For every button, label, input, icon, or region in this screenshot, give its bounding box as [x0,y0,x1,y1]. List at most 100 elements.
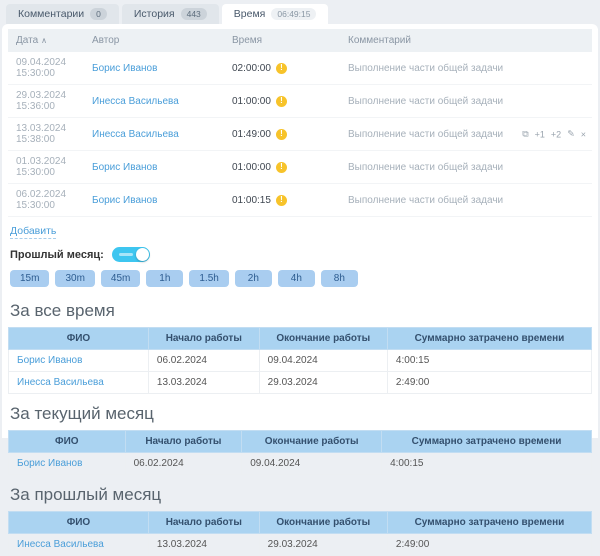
table-row: 13.03.2024 15:38:00 Инесса Васильева 01:… [8,118,592,151]
table-row: 06.02.2024 15:30:00 Борис Иванов 01:00:1… [8,184,592,217]
summary-header-name: ФИО [9,512,149,534]
toggle-knob [136,248,149,261]
section-title-current-month: За текущий месяц [10,404,590,424]
copy-icon[interactable]: ⧉ [522,129,528,140]
entry-comment: Выполнение части общей задачи [340,184,592,217]
entry-time: 01:00:15 [232,195,271,206]
summary-header-end: Окончание работы [259,512,387,534]
summary-total-time: 2:49:00 [387,372,591,394]
summary-total-time: 2:49:00 [387,534,591,556]
column-header-time[interactable]: Время [224,29,340,52]
quick-button-15m[interactable]: 15m [10,270,49,287]
warning-icon: ! [276,63,287,74]
quick-time-buttons: 15m 30m 45m 1h 1.5h 2h 4h 8h [8,268,592,291]
section-title-last-month: За прошлый месяц [10,485,590,505]
entry-date: 06.02.2024 15:30:00 [8,184,84,217]
entry-date: 29.03.2024 15:36:00 [8,85,84,118]
summary-end-date: 29.03.2024 [259,372,387,394]
summary-total-time: 4:00:15 [387,350,591,372]
tab-history[interactable]: История 443 [122,4,219,24]
time-entries-table: Дата∧ Автор Время Комментарий 09.04.2024… [8,29,592,217]
entry-author-link[interactable]: Инесса Васильева [92,96,179,107]
tab-comments-badge: 0 [90,8,107,20]
add-time-entry-link[interactable]: Добавить [10,225,56,239]
last-month-toggle[interactable] [112,247,150,262]
quick-button-2h[interactable]: 2h [235,270,272,287]
summary-person-link[interactable]: Борис Иванов [17,458,82,469]
delete-icon[interactable]: × [581,129,586,139]
plus-two-button[interactable]: +2 [551,129,561,139]
tab-time-label: Время [234,8,266,20]
summary-table-current-month: ФИО Начало работы Окончание работы Сумма… [8,430,592,475]
plus-one-button[interactable]: +1 [535,129,545,139]
quick-button-8h[interactable]: 8h [321,270,358,287]
quick-button-1-5h[interactable]: 1.5h [189,270,228,287]
entry-date: 01.03.2024 15:30:00 [8,151,84,184]
quick-button-45m[interactable]: 45m [101,270,140,287]
table-row: Борис Иванов 06.02.2024 09.04.2024 4:00:… [9,350,592,372]
tab-time[interactable]: Время 06:49:15 [222,4,329,24]
quick-button-1h[interactable]: 1h [146,270,183,287]
summary-table-all-time: ФИО Начало работы Окончание работы Сумма… [8,327,592,394]
summary-end-date: 09.04.2024 [242,453,382,475]
table-row: Инесса Васильева 13.03.2024 29.03.2024 2… [9,534,592,556]
warning-icon: ! [276,96,287,107]
warning-icon: ! [276,162,287,173]
table-row: Борис Иванов 06.02.2024 09.04.2024 4:00:… [9,453,592,475]
summary-start-date: 06.02.2024 [148,350,259,372]
table-row: 29.03.2024 15:36:00 Инесса Васильева 01:… [8,85,592,118]
sort-asc-icon[interactable]: ∧ [41,36,47,45]
tab-bar: Комментарии 0 История 443 Время 06:49:15 [0,0,600,24]
tab-history-label: История [134,8,175,20]
section-title-all-time: За все время [10,301,590,321]
summary-end-date: 09.04.2024 [259,350,387,372]
table-row: 01.03.2024 15:30:00 Борис Иванов 01:00:0… [8,151,592,184]
entry-date: 09.04.2024 15:30:00 [8,52,84,85]
entry-comment: Выполнение части общей задачи [340,52,592,85]
entry-comment: Выполнение части общей задачи [340,151,592,184]
summary-header-name: ФИО [9,328,149,350]
time-table-header-row: Дата∧ Автор Время Комментарий [8,29,592,52]
summary-table-last-month: ФИО Начало работы Окончание работы Сумма… [8,511,592,556]
summary-start-date: 13.03.2024 [148,372,259,394]
toggle-on-stripe [119,253,133,256]
entry-author-link[interactable]: Борис Иванов [92,162,157,173]
tab-comments[interactable]: Комментарии 0 [6,4,119,24]
summary-header-total: Суммарно затрачено времени [387,512,591,534]
column-header-author[interactable]: Автор [84,29,224,52]
summary-person-link[interactable]: Борис Иванов [17,355,82,366]
entry-time: 01:49:00 [232,129,271,140]
column-header-date[interactable]: Дата∧ [8,29,84,52]
summary-person-link[interactable]: Инесса Васильева [17,377,104,388]
tab-history-badge: 443 [181,8,207,20]
edit-icon[interactable]: ✎ [567,129,575,140]
warning-icon: ! [276,129,287,140]
quick-button-30m[interactable]: 30m [55,270,94,287]
entry-author-link[interactable]: Борис Иванов [92,63,157,74]
summary-person-link[interactable]: Инесса Васильева [17,539,104,550]
tab-time-badge: 06:49:15 [271,8,316,20]
last-month-toggle-label: Прошлый месяц: [10,249,104,261]
warning-icon: ! [276,195,287,206]
entry-date: 13.03.2024 15:38:00 [8,118,84,151]
summary-end-date: 29.03.2024 [259,534,387,556]
table-row: 09.04.2024 15:30:00 Борис Иванов 02:00:0… [8,52,592,85]
summary-header-start: Начало работы [148,512,259,534]
entry-time: 02:00:00 [232,63,271,74]
entry-time: 01:00:00 [232,162,271,173]
summary-header-start: Начало работы [148,328,259,350]
quick-button-4h[interactable]: 4h [278,270,315,287]
time-panel: Дата∧ Автор Время Комментарий 09.04.2024… [2,24,598,438]
entry-comment: Выполнение части общей задачи [348,129,503,140]
entry-comment: Выполнение части общей задачи [340,85,592,118]
summary-total-time: 4:00:15 [382,453,592,475]
column-header-comment[interactable]: Комментарий [340,29,592,52]
summary-start-date: 13.03.2024 [148,534,259,556]
summary-header-total: Суммарно затрачено времени [387,328,591,350]
summary-header-end: Окончание работы [259,328,387,350]
entry-author-link[interactable]: Инесса Васильева [92,129,179,140]
tab-comments-label: Комментарии [18,8,84,20]
entry-author-link[interactable]: Борис Иванов [92,195,157,206]
entry-time: 01:00:00 [232,96,271,107]
row-actions: ⧉ +1 +2 ✎ × [522,129,586,140]
